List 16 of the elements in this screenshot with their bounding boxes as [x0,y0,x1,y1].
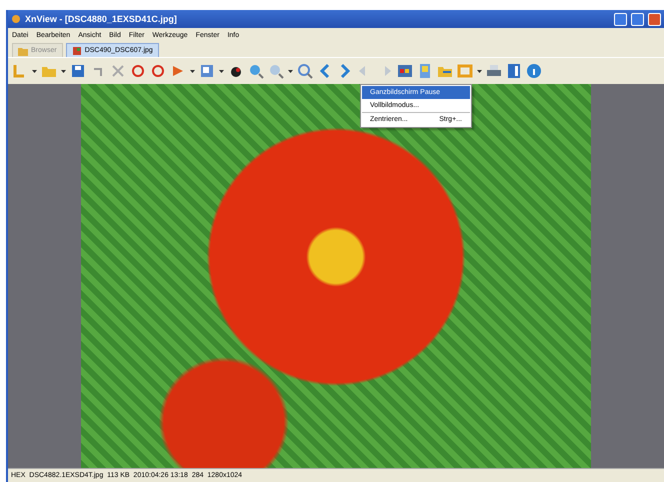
app-icon [11,14,21,24]
print-icon[interactable] [486,63,502,79]
document-icon[interactable] [417,63,433,79]
panel-icon[interactable] [506,63,522,79]
close-button[interactable] [648,12,661,26]
minimize-button[interactable] [614,12,627,26]
zoom-out-icon[interactable] [268,63,284,79]
image-icon [72,46,82,56]
zoom-in-icon[interactable] [248,63,264,79]
folder-icon [18,46,28,56]
help-icon[interactable] [526,63,542,79]
save-icon[interactable] [70,63,86,79]
zoom-fit-icon[interactable] [297,63,313,79]
window-title: XnView - [DSC4880_1EXSD41C.jpg] [25,14,178,24]
maximize-button[interactable] [631,12,644,26]
slideshow-icon[interactable] [397,63,413,79]
